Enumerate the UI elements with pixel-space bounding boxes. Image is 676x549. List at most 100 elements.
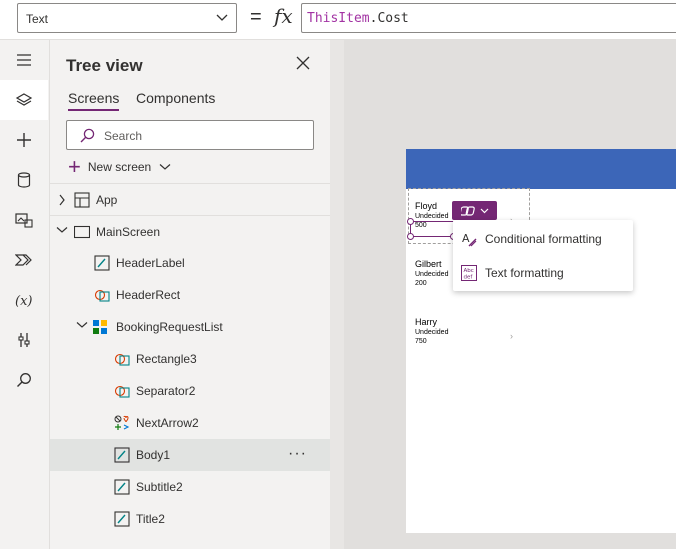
search-icon	[80, 128, 95, 143]
left-rail: (x)	[0, 40, 50, 549]
formula-bar: Text = fx ThisItem.Cost	[0, 0, 676, 40]
tree-node-headerlabel[interactable]: HeaderLabel	[50, 247, 330, 279]
design-canvas[interactable]: Floyd Undecided 500 › Gilbert Undecided …	[344, 40, 676, 549]
label-icon	[114, 479, 130, 495]
svg-text:Abc: Abc	[464, 268, 474, 274]
svg-text:(x): (x)	[15, 294, 32, 308]
tree-view-panel: Tree view Screens Components Search + Ne…	[50, 40, 330, 549]
next-arrow-icon[interactable]: ›	[510, 331, 513, 341]
formatting-button[interactable]	[452, 201, 497, 220]
search-input[interactable]: Search	[66, 120, 314, 150]
more-options-icon[interactable]: ···	[288, 445, 307, 463]
conditional-formatting-icon: A	[462, 232, 477, 247]
tree-node-rectangle3[interactable]: Rectangle3	[50, 343, 330, 375]
tree-view-icon[interactable]	[0, 80, 48, 120]
chevron-down-icon	[159, 164, 171, 170]
tree-node-nextarrow2[interactable]: NextArrow2	[50, 407, 330, 439]
item-title[interactable]: Floyd	[415, 201, 437, 211]
property-value: Text	[26, 12, 49, 26]
tree-node-headerrect[interactable]: HeaderRect	[50, 279, 330, 311]
shape-icon	[94, 289, 110, 302]
shape-icon	[114, 385, 130, 398]
formula-member: .Cost	[369, 11, 409, 26]
plus-icon: +	[68, 154, 81, 179]
menu-item-conditional-formatting[interactable]: A Conditional formatting	[453, 222, 633, 256]
app-screen[interactable]: Floyd Undecided 500 › Gilbert Undecided …	[406, 149, 676, 533]
item-title[interactable]: Gilbert	[415, 259, 442, 269]
chevron-right-icon[interactable]	[58, 194, 66, 206]
item-subtitle[interactable]: Undecided	[415, 271, 448, 278]
node-label: BookingRequestList	[116, 320, 223, 334]
tree-node-subtitle2[interactable]: Subtitle2	[50, 471, 330, 503]
node-label: HeaderLabel	[116, 256, 185, 270]
menu-item-label: Conditional formatting	[485, 232, 602, 246]
copilot-format-icon	[460, 205, 475, 216]
node-label: HeaderRect	[116, 288, 181, 302]
chevron-down-icon	[216, 14, 228, 21]
tab-components[interactable]: Components	[136, 90, 215, 106]
property-dropdown[interactable]: Text	[17, 3, 237, 33]
tree-node-body1[interactable]: Body1 ···	[50, 439, 330, 471]
node-label: NextArrow2	[136, 416, 199, 430]
node-label: Separator2	[136, 384, 196, 398]
svg-text:def: def	[464, 275, 474, 281]
label-icon	[114, 511, 130, 527]
header-rect[interactable]	[406, 149, 676, 189]
insert-icon[interactable]	[0, 120, 48, 160]
new-screen-label: New screen	[87, 160, 152, 174]
node-label: Body1	[136, 448, 171, 462]
media-icon[interactable]	[0, 200, 48, 240]
label-icon	[114, 447, 130, 463]
node-label: App	[96, 193, 118, 207]
tree-node-mainscreen[interactable]: MainScreen	[50, 215, 330, 247]
item-body[interactable]: 750	[415, 338, 427, 345]
item-subtitle[interactable]: Undecided	[415, 213, 448, 220]
menu-item-label: Text formatting	[485, 266, 564, 280]
selected-control-outline	[410, 221, 454, 237]
svg-text:A: A	[462, 232, 470, 245]
fx-icon[interactable]: fx	[274, 4, 293, 28]
tree-node-app[interactable]: App	[50, 183, 330, 215]
formula-keyword: ThisItem	[307, 11, 370, 26]
shape-icon	[114, 353, 130, 366]
formula-text: ThisItem.Cost	[307, 11, 409, 26]
formula-input[interactable]: ThisItem.Cost	[301, 3, 676, 33]
tree-node-separator2[interactable]: Separator2	[50, 375, 330, 407]
node-label: Title2	[136, 512, 165, 526]
tree-node-bookingrequestlist[interactable]: BookingRequestList	[50, 311, 330, 343]
node-label: MainScreen	[96, 225, 161, 239]
item-subtitle[interactable]: Undecided	[415, 329, 448, 336]
item-title[interactable]: Harry	[415, 317, 437, 327]
hamburger-menu-icon[interactable]	[0, 40, 48, 80]
tree-node-title2[interactable]: Title2	[50, 503, 330, 535]
resize-handle[interactable]	[407, 218, 414, 225]
equals-sign: =	[250, 6, 262, 28]
formatting-menu: A Conditional formatting Abc def Text for…	[453, 220, 633, 291]
panel-title: Tree view	[66, 56, 143, 75]
new-screen-button[interactable]: + New screen	[68, 156, 171, 178]
panel-splitter[interactable]	[330, 40, 344, 549]
variables-icon[interactable]: (x)	[0, 280, 48, 320]
power-automate-icon[interactable]	[0, 240, 48, 280]
gallery-icon	[93, 320, 107, 334]
gallery-item[interactable]: Harry Undecided 750 ›	[406, 317, 676, 373]
node-label: Rectangle3	[136, 352, 197, 366]
search-placeholder: Search	[104, 129, 143, 143]
close-icon[interactable]	[296, 56, 314, 74]
icons-icon	[114, 415, 130, 430]
chevron-down-icon	[480, 208, 488, 213]
advanced-tools-icon[interactable]	[0, 320, 48, 360]
node-label: Subtitle2	[136, 480, 183, 494]
tab-screens[interactable]: Screens	[68, 90, 120, 111]
data-icon[interactable]	[0, 160, 48, 200]
item-body[interactable]: 200	[415, 280, 427, 287]
label-icon	[94, 255, 110, 271]
resize-handle[interactable]	[407, 233, 414, 240]
chevron-down-icon[interactable]	[56, 226, 68, 234]
menu-item-text-formatting[interactable]: Abc def Text formatting	[453, 256, 633, 290]
screen-icon	[74, 225, 90, 239]
search-icon[interactable]	[0, 360, 48, 400]
chevron-down-icon[interactable]	[76, 321, 88, 329]
app-icon	[74, 192, 90, 208]
text-formatting-icon: Abcdef	[461, 265, 477, 281]
